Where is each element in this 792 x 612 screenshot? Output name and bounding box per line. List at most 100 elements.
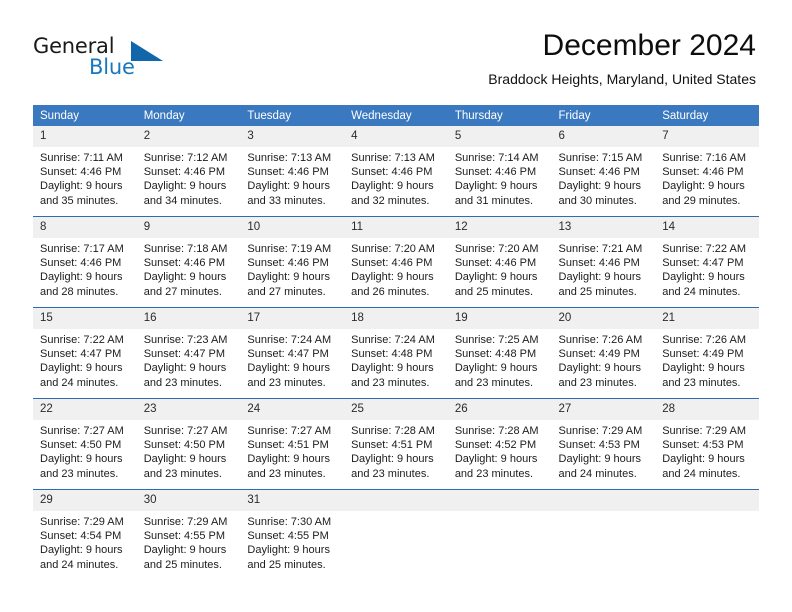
- day-number: 18: [344, 308, 448, 329]
- daylight-text-line1: Daylight: 9 hours: [351, 362, 434, 375]
- sunset-text: Sunset: 4:46 PM: [143, 257, 226, 270]
- daylight-text-line2: and 23 minutes.: [143, 467, 222, 480]
- calendar-day-cell[interactable]: 13 Sunrise: 7:21 AM Sunset: 4:46 PM Dayligh…: [551, 216, 656, 308]
- calendar-day-cell[interactable]: 9 Sunrise: 7:18 AM Sunset: 4:46 PM Daylight…: [136, 216, 241, 308]
- daylight-text-line1: Daylight: 9 hours: [40, 180, 123, 193]
- calendar-table: Sunday Monday Tuesday Wednesday Thursday…: [33, 105, 759, 580]
- day-details: Sunrise: 7:24 AM Sunset: 4:47 PM Daylight:…: [240, 329, 344, 390]
- calendar-day-cell[interactable]: 17 Sunrise: 7:24 AM Sunset: 4:47 PM Dayligh…: [240, 307, 345, 399]
- sunset-text: Sunset: 4:47 PM: [247, 348, 329, 361]
- day-details: Sunrise: 7:29 AM Sunset: 4:55 PM Daylight:…: [137, 511, 241, 572]
- day-number: 3: [240, 126, 345, 147]
- day-details: [448, 511, 552, 515]
- daylight-text-line1: Daylight: 9 hours: [454, 180, 538, 193]
- sunset-text: Sunset: 4:55 PM: [143, 530, 226, 543]
- day-details: Sunrise: 7:28 AM Sunset: 4:51 PM Daylight:…: [344, 420, 448, 481]
- sunset-text: Sunset: 4:53 PM: [558, 439, 640, 452]
- sunset-text: Sunset: 4:54 PM: [40, 530, 122, 543]
- calendar-day-cell[interactable]: 3 Sunrise: 7:13 AM Sunset: 4:46 PM Daylight…: [240, 126, 345, 217]
- general-blue-logo: General Blue: [33, 34, 243, 86]
- daylight-text-line1: Daylight: 9 hours: [40, 544, 123, 557]
- sunrise-text: Sunrise: 7:30 AM: [247, 516, 332, 528]
- location-subtitle: Braddock Heights, Maryland, United State…: [488, 71, 756, 87]
- daylight-text-line1: Daylight: 9 hours: [454, 362, 538, 375]
- calendar-page: General Blue December 2024 Braddock Heig…: [0, 0, 792, 612]
- day-number: 26: [447, 399, 552, 420]
- daylight-text-line2: and 25 minutes.: [558, 285, 637, 298]
- page-header: General Blue December 2024 Braddock Heig…: [0, 0, 792, 100]
- day-details: Sunrise: 7:16 AM Sunset: 4:46 PM Daylight:…: [655, 147, 759, 208]
- calendar-day-cell[interactable]: 25 Sunrise: 7:28 AM Sunset: 4:51 PM Dayligh…: [344, 398, 448, 490]
- daylight-text-line1: Daylight: 9 hours: [558, 362, 642, 375]
- sunset-text: Sunset: 4:46 PM: [351, 166, 433, 179]
- calendar-day-cell[interactable]: 6 Sunrise: 7:15 AM Sunset: 4:46 PM Daylight…: [551, 126, 656, 217]
- calendar-day-cell[interactable]: 14 Sunrise: 7:22 AM Sunset: 4:47 PM Dayligh…: [655, 216, 759, 308]
- sunrise-text: Sunrise: 7:11 AM: [40, 152, 123, 164]
- day-details: Sunrise: 7:20 AM Sunset: 4:46 PM Daylight:…: [344, 238, 448, 299]
- sunrise-text: Sunrise: 7:29 AM: [558, 425, 643, 437]
- sunset-text: Sunset: 4:49 PM: [558, 348, 640, 361]
- weekday-header-saturday: Saturday: [655, 105, 759, 126]
- sunset-text: Sunset: 4:46 PM: [143, 166, 226, 179]
- calendar-day-cell[interactable]: 28 Sunrise: 7:29 AM Sunset: 4:53 PM Dayligh…: [655, 398, 759, 490]
- sunset-text: Sunset: 4:47 PM: [143, 348, 226, 361]
- calendar-day-cell[interactable]: 26 Sunrise: 7:28 AM Sunset: 4:52 PM Dayligh…: [447, 398, 552, 490]
- day-details: Sunrise: 7:14 AM Sunset: 4:46 PM Daylight:…: [448, 147, 552, 208]
- calendar-day-cell[interactable]: 19 Sunrise: 7:25 AM Sunset: 4:48 PM Dayligh…: [447, 307, 552, 399]
- sunset-text: Sunset: 4:51 PM: [247, 439, 329, 452]
- day-details: Sunrise: 7:22 AM Sunset: 4:47 PM Daylight:…: [655, 238, 759, 299]
- calendar-day-cell[interactable]: 20 Sunrise: 7:26 AM Sunset: 4:49 PM Dayligh…: [551, 307, 656, 399]
- daylight-text-line2: and 24 minutes.: [40, 376, 119, 389]
- daylight-text-line1: Daylight: 9 hours: [351, 271, 434, 284]
- sunrise-text: Sunrise: 7:29 AM: [662, 425, 746, 437]
- day-details: Sunrise: 7:19 AM Sunset: 4:46 PM Daylight:…: [240, 238, 344, 299]
- day-number: 5: [447, 126, 552, 147]
- calendar-cell-empty: [344, 489, 448, 580]
- day-number: 8: [33, 217, 137, 238]
- day-number: 20: [551, 308, 656, 329]
- calendar-day-cell[interactable]: 2 Sunrise: 7:12 AM Sunset: 4:46 PM Daylight…: [136, 126, 241, 217]
- sunset-text: Sunset: 4:46 PM: [247, 257, 329, 270]
- daylight-text-line1: Daylight: 9 hours: [247, 180, 330, 193]
- sunrise-text: Sunrise: 7:27 AM: [247, 425, 332, 437]
- calendar-day-cell[interactable]: 4 Sunrise: 7:13 AM Sunset: 4:46 PM Daylight…: [344, 126, 448, 217]
- calendar-day-cell[interactable]: 5 Sunrise: 7:14 AM Sunset: 4:46 PM Daylight…: [447, 126, 552, 217]
- calendar-day-cell[interactable]: 22 Sunrise: 7:27 AM Sunset: 4:50 PM Dayligh…: [33, 398, 137, 490]
- day-details: [552, 511, 656, 515]
- calendar-day-cell[interactable]: 8 Sunrise: 7:17 AM Sunset: 4:46 PM Daylight…: [33, 216, 137, 308]
- daylight-text-line1: Daylight: 9 hours: [247, 271, 330, 284]
- day-details: Sunrise: 7:27 AM Sunset: 4:50 PM Daylight:…: [137, 420, 241, 481]
- sunset-text: Sunset: 4:46 PM: [662, 166, 744, 179]
- calendar-day-cell[interactable]: 27 Sunrise: 7:29 AM Sunset: 4:53 PM Dayligh…: [551, 398, 656, 490]
- day-number: [447, 490, 552, 511]
- calendar-day-cell[interactable]: 29 Sunrise: 7:29 AM Sunset: 4:54 PM Dayligh…: [33, 489, 137, 580]
- day-number: 19: [447, 308, 552, 329]
- calendar-day-cell[interactable]: 30 Sunrise: 7:29 AM Sunset: 4:55 PM Dayligh…: [136, 489, 241, 580]
- calendar-week-row: 29 Sunrise: 7:29 AM Sunset: 4:54 PM Dayligh…: [33, 489, 759, 580]
- day-number: [551, 490, 656, 511]
- weekday-header-friday: Friday: [551, 105, 656, 126]
- daylight-text-line1: Daylight: 9 hours: [143, 271, 227, 284]
- day-number: 22: [33, 399, 137, 420]
- calendar-day-cell[interactable]: 18 Sunrise: 7:24 AM Sunset: 4:48 PM Dayligh…: [344, 307, 448, 399]
- sunrise-text: Sunrise: 7:29 AM: [40, 516, 124, 528]
- daylight-text-line1: Daylight: 9 hours: [351, 453, 434, 466]
- calendar-day-cell[interactable]: 31 Sunrise: 7:30 AM Sunset: 4:55 PM Dayligh…: [240, 489, 345, 580]
- calendar-day-cell[interactable]: 23 Sunrise: 7:27 AM Sunset: 4:50 PM Dayligh…: [136, 398, 241, 490]
- sunrise-text: Sunrise: 7:28 AM: [454, 425, 539, 437]
- sunrise-text: Sunrise: 7:16 AM: [662, 152, 746, 164]
- daylight-text-line2: and 26 minutes.: [351, 285, 430, 298]
- calendar-day-cell[interactable]: 12 Sunrise: 7:20 AM Sunset: 4:46 PM Dayligh…: [447, 216, 552, 308]
- calendar-day-cell[interactable]: 7 Sunrise: 7:16 AM Sunset: 4:46 PM Daylight…: [655, 126, 759, 217]
- calendar-day-cell[interactable]: 1 Sunrise: 7:11 AM Sunset: 4:46 PM Daylight…: [33, 126, 137, 217]
- sunrise-text: Sunrise: 7:24 AM: [351, 334, 435, 346]
- sunset-text: Sunset: 4:48 PM: [351, 348, 433, 361]
- calendar-day-cell[interactable]: 11 Sunrise: 7:20 AM Sunset: 4:46 PM Dayligh…: [344, 216, 448, 308]
- calendar-day-cell[interactable]: 24 Sunrise: 7:27 AM Sunset: 4:51 PM Dayligh…: [240, 398, 345, 490]
- sunset-text: Sunset: 4:46 PM: [558, 257, 640, 270]
- calendar-day-cell[interactable]: 21 Sunrise: 7:26 AM Sunset: 4:49 PM Dayligh…: [655, 307, 759, 399]
- calendar-day-cell[interactable]: 10 Sunrise: 7:19 AM Sunset: 4:46 PM Dayligh…: [240, 216, 345, 308]
- calendar-day-cell[interactable]: 16 Sunrise: 7:23 AM Sunset: 4:47 PM Dayligh…: [136, 307, 241, 399]
- calendar-day-cell[interactable]: 15 Sunrise: 7:22 AM Sunset: 4:47 PM Dayligh…: [33, 307, 137, 399]
- weekday-header-wednesday: Wednesday: [344, 105, 448, 126]
